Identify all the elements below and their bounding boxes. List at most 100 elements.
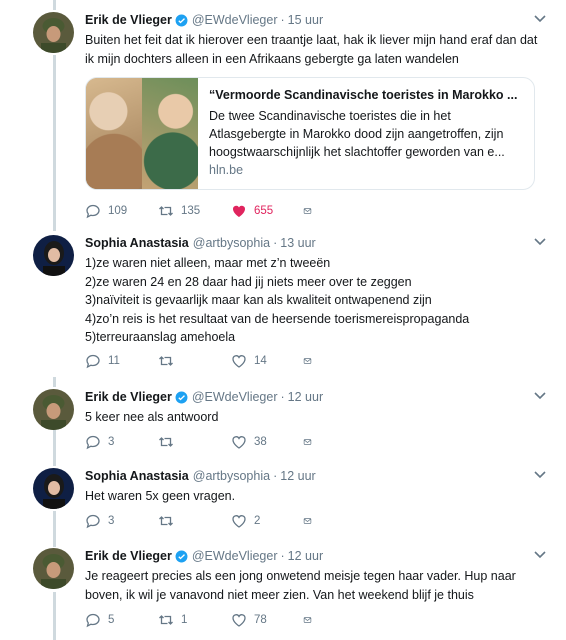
retweet-button[interactable] [158,353,181,369]
reply-icon [86,613,100,628]
author-name[interactable]: Sophia Anastasia [85,468,189,484]
like-count: 14 [254,355,267,367]
like-count: 78 [254,614,267,626]
reply-count: 3 [108,515,115,527]
avatar[interactable] [33,468,74,509]
author-handle[interactable]: @artbysophia [193,235,270,251]
reply-button[interactable]: 5 [85,612,114,628]
tweet-actions: 3 2 [85,513,345,529]
dm-button[interactable] [303,353,319,369]
like-button[interactable]: 14 [231,353,267,369]
dm-button[interactable] [303,203,319,219]
link-card[interactable]: “Vermoorde Scandinavische toeristes in M… [85,77,535,190]
like-button[interactable]: 655 [231,203,273,219]
dm-button[interactable] [303,434,319,450]
retweet-button[interactable]: 1 [158,612,187,628]
reply-button[interactable]: 3 [85,513,114,529]
author-handle[interactable]: @EWdeVlieger [192,389,278,405]
tweet-text: 1)ze waren niet alleen, maar met z’n twe… [85,254,546,347]
verified-badge-icon [175,14,188,26]
retweet-count: 1 [181,614,188,626]
retweet-icon [159,437,173,447]
heart-icon [232,614,246,627]
separator: · [273,236,278,250]
reply-button[interactable]: 109 [85,203,127,219]
author-handle[interactable]: @EWdeVlieger [192,12,278,28]
timestamp[interactable]: 13 uur [280,235,315,251]
thread-line [53,377,56,387]
chevron-down-icon[interactable] [534,550,546,560]
reply-count: 109 [108,205,128,217]
author-name[interactable]: Erik de Vlieger [85,12,172,28]
like-button[interactable]: 2 [231,513,260,529]
timestamp[interactable]: 12 uur [288,389,323,405]
avatar[interactable] [33,235,74,276]
author-name[interactable]: Sophia Anastasia [85,235,189,251]
timestamp[interactable]: 15 uur [288,12,323,28]
retweet-icon [159,206,173,216]
like-button[interactable]: 38 [231,434,267,450]
reply-count: 5 [108,614,115,626]
reply-button[interactable]: 11 [85,353,120,369]
text-line: 5)terreuraanslag amehoela [85,330,236,344]
retweet-count: 135 [181,205,201,217]
tweet-actions: 3 38 [85,434,345,450]
verified-badge-icon [175,550,188,562]
chevron-down-icon[interactable] [534,14,546,24]
chevron-down-icon[interactable] [534,237,546,247]
reply-count: 11 [108,355,120,367]
text-line: 4)zo’n reis is het resultaat van de heer… [85,311,470,326]
tweet-text: Buiten het feit dat ik hierover een traa… [85,33,538,66]
author-name[interactable]: Erik de Vlieger [85,389,172,405]
envelope-icon [303,518,312,524]
separator: · [280,549,285,563]
avatar[interactable] [33,548,74,589]
dm-button[interactable] [303,612,319,628]
reply-icon [86,204,100,219]
verified-badge-icon [175,391,188,403]
tweet-text: Het waren 5x geen vragen. [85,489,236,503]
tweet-actions: 109 135 655 [85,203,345,219]
tweet-text: Je reageert precies als een jong onweten… [85,569,516,602]
chevron-down-icon[interactable] [534,470,546,480]
reply-icon [86,435,100,450]
retweet-icon [159,356,173,366]
retweet-button[interactable]: 135 [158,203,200,219]
like-count: 38 [254,436,267,448]
timestamp[interactable]: 12 uur [288,548,323,564]
timestamp[interactable]: 12 uur [280,468,315,484]
tweet-actions: 11 14 [85,353,345,369]
text-line: 1)ze waren niet alleen, maar met z’n twe… [85,256,331,270]
author-name[interactable]: Erik de Vlieger [85,548,172,564]
retweet-icon [159,615,173,625]
card-domain: hln.be [209,163,244,177]
like-count: 655 [254,205,274,217]
separator: · [280,13,285,27]
author-handle[interactable]: @EWdeVlieger [192,548,278,564]
text-line: 2)ze waren 24 en 28 daar had jij niets m… [85,274,412,289]
envelope-icon [303,617,312,623]
thread-line [53,55,56,231]
tweet-actions: 5 1 78 [85,612,345,628]
heart-icon [232,355,246,368]
chevron-down-icon[interactable] [534,391,546,401]
separator: · [273,469,278,483]
like-count: 2 [254,515,261,527]
retweet-button[interactable] [158,434,181,450]
retweet-icon [159,516,173,526]
card-title: “Vermoorde Scandinavische toeristes in M… [209,88,518,102]
like-button[interactable]: 78 [231,612,267,628]
avatar[interactable] [33,389,74,430]
reply-icon [86,514,100,529]
dm-button[interactable] [303,513,319,529]
envelope-icon [303,439,312,445]
reply-count: 3 [108,436,115,448]
reply-button[interactable]: 3 [85,434,114,450]
author-handle[interactable]: @artbysophia [193,468,270,484]
reply-icon [86,354,100,369]
envelope-icon [303,358,312,364]
retweet-button[interactable] [158,513,181,529]
card-image [86,78,198,189]
envelope-icon [303,208,312,214]
avatar[interactable] [33,12,74,53]
